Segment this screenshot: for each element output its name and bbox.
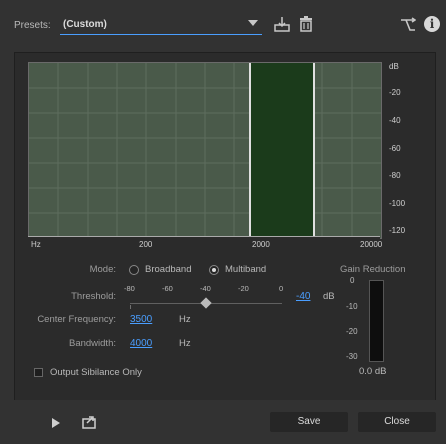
threshold-scale-tick: -80 <box>124 284 135 293</box>
center-frequency-label: Center Frequency: <box>37 314 116 325</box>
db-tick: dB <box>389 62 399 71</box>
freq-tick: 200 <box>139 240 153 249</box>
db-tick: -60 <box>389 144 401 153</box>
play-icon[interactable] <box>52 418 60 428</box>
gain-meter-tick: 0 <box>350 276 355 285</box>
threshold-value[interactable]: -40 <box>296 291 310 302</box>
broadband-label[interactable]: Broadband <box>145 264 191 275</box>
freq-tick: 2000 <box>252 240 270 249</box>
freq-tick: Hz <box>31 240 41 249</box>
apply-to-selection-icon[interactable] <box>82 415 98 429</box>
center-frequency-unit: Hz <box>179 314 191 325</box>
threshold-label: Threshold: <box>71 291 116 302</box>
db-tick: -120 <box>389 226 406 235</box>
presets-label: Presets: <box>14 20 51 31</box>
threshold-scale-tick: 0 <box>279 284 284 293</box>
output-sibilance-label[interactable]: Output Sibilance Only <box>50 367 142 378</box>
db-axis: dB -20 -40 -60 -80 -100 -120 <box>381 62 421 237</box>
chevron-down-icon <box>248 20 258 26</box>
threshold-scale-tick: -20 <box>238 284 249 293</box>
frequency-axis: Hz 200 2000 20000 <box>28 236 383 251</box>
info-icon[interactable]: i <box>424 16 440 32</box>
graph-grid <box>29 63 381 238</box>
threshold-unit: dB <box>323 291 335 302</box>
bandwidth-value[interactable]: 4000 <box>130 338 152 349</box>
threshold-scale-tick: -60 <box>162 284 173 293</box>
save-preset-icon[interactable] <box>274 16 290 32</box>
gain-meter-tick: -10 <box>346 302 358 311</box>
broadband-radio[interactable] <box>129 265 139 275</box>
bandwidth-label: Bandwidth: <box>68 338 116 349</box>
preset-value: (Custom) <box>63 19 107 30</box>
frequency-graph[interactable] <box>28 62 382 239</box>
gain-reduction-meter <box>369 280 384 362</box>
output-sibilance-checkbox[interactable] <box>34 368 43 377</box>
mode-label: Mode: <box>89 264 116 275</box>
save-button[interactable]: Save <box>270 412 348 432</box>
trash-icon[interactable] <box>299 16 313 32</box>
gain-reduction-title: Gain Reduction <box>340 264 406 275</box>
close-button[interactable]: Close <box>358 412 436 432</box>
db-tick: -40 <box>389 116 401 125</box>
freq-tick: 20000 <box>360 240 383 249</box>
bandwidth-unit: Hz <box>179 338 191 349</box>
multiband-label[interactable]: Multiband <box>225 264 266 275</box>
threshold-slider[interactable] <box>130 297 282 309</box>
multiband-radio[interactable] <box>209 265 219 275</box>
db-tick: -80 <box>389 171 401 180</box>
gain-meter-tick: -30 <box>346 352 358 361</box>
gain-meter-tick: -20 <box>346 327 358 336</box>
threshold-scale: -80 -60 -40 -20 0 <box>112 284 292 294</box>
gain-reduction-value: 0.0 dB <box>359 366 387 377</box>
center-frequency-value[interactable]: 3500 <box>130 314 152 325</box>
channel-routing-icon[interactable] <box>400 17 416 33</box>
frequency-band-selection[interactable] <box>249 63 315 238</box>
preset-dropdown[interactable]: (Custom) <box>60 15 262 35</box>
db-tick: -100 <box>389 199 406 208</box>
threshold-scale-tick: -40 <box>200 284 211 293</box>
db-tick: -20 <box>389 88 401 97</box>
